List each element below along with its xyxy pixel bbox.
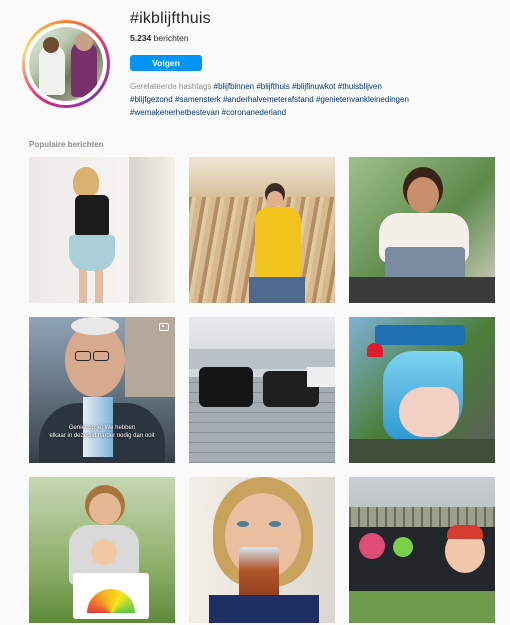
post-count-label: berichten [153,33,189,43]
post-tile[interactable] [349,157,495,303]
related-hashtags-label: Gerelateerde hashtags [130,82,212,91]
post-count-value: 5.234 [130,33,152,43]
follow-button[interactable]: Volgen [130,55,202,71]
post-tile[interactable] [29,157,175,303]
related-tag[interactable]: #wemakenerhetbestevan [130,108,219,117]
related-tag[interactable]: #samensterk [175,95,221,104]
post-tile-video[interactable]: Geniet op je, We hebben elkaar in deze t… [29,317,175,463]
avatar-image [29,27,103,101]
related-tag[interactable]: #anderhalvemeterafstand [223,95,314,104]
post-tile[interactable] [349,477,495,623]
post-tile[interactable] [189,157,335,303]
related-tag[interactable]: #blijfinuwkot [292,82,336,91]
post-tile[interactable] [29,477,175,623]
hashtag-title: #ikblijfthuis [130,10,211,27]
video-caption-line2: elkaar in deze tijd harder nodig dan ooi… [49,433,155,439]
post-tile[interactable] [189,477,335,623]
post-tile[interactable] [349,317,495,463]
related-tag[interactable]: #coronanederland [222,108,287,117]
related-tag[interactable]: #thuisblijven [338,82,382,91]
hashtag-avatar[interactable] [22,20,110,108]
post-tile[interactable] [189,317,335,463]
video-caption-line1: Geniet op je, We hebben [68,425,136,431]
related-tag[interactable]: #blijfthuis [256,82,289,91]
hashtag-header: #ikblijfthuis 5.234 berichten Volgen Ger… [0,0,510,130]
related-tag[interactable]: #blijfgezond [130,95,173,104]
related-hashtags: Gerelateerde hashtags #blijfbinnen #blij… [130,80,490,119]
related-tag[interactable]: #blijfbinnen [214,82,254,91]
post-count: 5.234 berichten [130,33,189,43]
video-icon [159,323,169,331]
popular-posts-title: Populaire berichten [29,140,104,149]
related-tag[interactable]: #genietenvankleinedingen [316,95,409,104]
